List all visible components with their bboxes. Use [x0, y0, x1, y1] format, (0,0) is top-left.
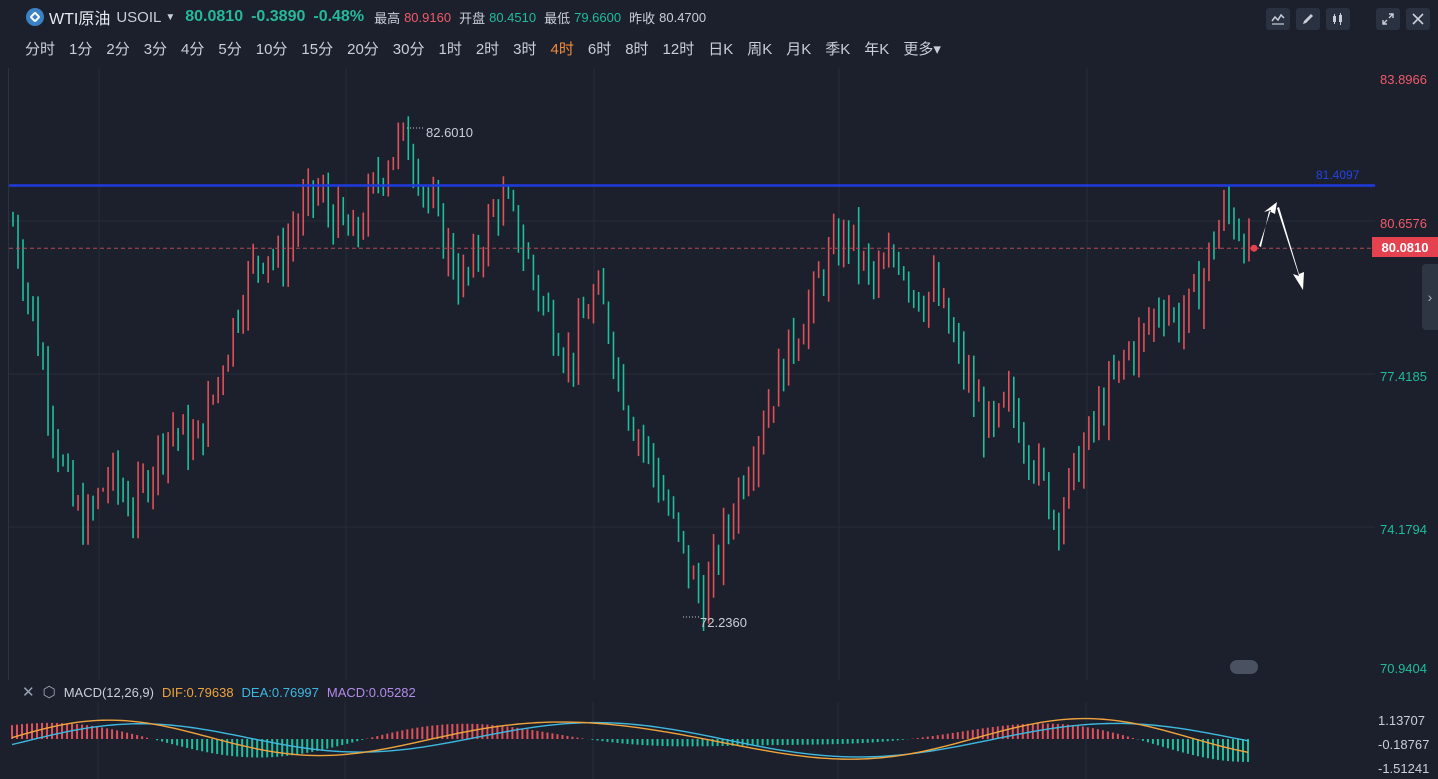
prev-close-label: 昨收 — [629, 10, 656, 26]
tab-timeframe-19[interactable]: 月K — [779, 38, 818, 59]
indicator-icon[interactable] — [1266, 8, 1290, 30]
instrument-logo-icon — [26, 8, 44, 26]
candlestick-plot[interactable] — [9, 68, 1375, 680]
quote-header: WTI原油 USOIL ▼ 80.0810 -0.3890 -0.48% 最高 … — [0, 0, 1438, 34]
close-indicator-icon[interactable]: ✕ — [22, 683, 35, 701]
prev-close-value: 80.4700 — [659, 9, 707, 25]
tab-timeframe-15[interactable]: 8时 — [618, 38, 655, 59]
y-tick: 74.1794 — [1380, 522, 1427, 537]
timeframe-bar: 分时 1分 2分 3分 4分 5分 10分 15分 20分 30分 1时 2时 3时 4时 6时 8时 12时日… — [18, 36, 948, 60]
last-price: 80.0810 — [185, 8, 244, 25]
high-annotation: 82.6010 — [426, 125, 473, 140]
low-value: 79.6600 — [574, 9, 622, 25]
macd-plot — [11, 702, 1249, 779]
tab-timeframe-9[interactable]: 30分 — [386, 38, 432, 59]
macd-dea: DEA:0.76997 — [241, 684, 319, 700]
fullscreen-icon[interactable] — [1376, 8, 1400, 30]
y-tick: 83.8966 — [1380, 72, 1427, 87]
instrument-name[interactable]: WTI原油 — [49, 5, 110, 29]
chart-app: { "header": { "name": "WTI原油", "code": "… — [0, 0, 1438, 779]
low-annotation: 72.2360 — [700, 615, 747, 630]
macd-dif: DIF:0.79638 — [162, 684, 234, 700]
tab-timeframe-17[interactable]: 日K — [701, 38, 740, 59]
close-icon[interactable] — [1406, 8, 1430, 30]
current-price-dot — [1250, 244, 1258, 252]
macd-header: ✕ ⬡ MACD(12,26,9) DIF:0.79638 DEA:0.7699… — [0, 682, 1438, 702]
high-label: 最高 — [374, 10, 401, 26]
macd-panel[interactable] — [8, 702, 1374, 779]
tab-timeframe-21[interactable]: 年K — [857, 38, 896, 59]
settings-icon[interactable]: ⬡ — [43, 683, 56, 701]
expand-panel-button[interactable]: › — [1422, 264, 1438, 330]
chart-scroll-handle[interactable] — [1230, 660, 1258, 674]
price-axis[interactable]: 83.8966 80.6576 77.4185 74.1794 70.9404 — [1374, 68, 1438, 680]
high-value: 80.9160 — [404, 9, 452, 25]
chevron-right-icon: › — [1427, 289, 1433, 305]
tab-timeframe-7[interactable]: 15分 — [294, 38, 340, 59]
tab-timeframe-16[interactable]: 12时 — [656, 38, 702, 59]
y-tick: 80.6576 — [1380, 216, 1427, 231]
tab-timeframe-22[interactable]: 更多▾ — [896, 38, 948, 59]
y-tick: 70.9404 — [1380, 661, 1427, 676]
macd-tick: -1.51241 — [1378, 761, 1430, 776]
price-change: -0.3890 — [251, 8, 306, 25]
tab-timeframe-20[interactable]: 季K — [818, 38, 857, 59]
tab-timeframe-11[interactable]: 2时 — [469, 38, 506, 59]
macd-tick: 1.13707 — [1378, 713, 1425, 728]
tab-timeframe-1[interactable]: 1分 — [62, 38, 99, 59]
tab-timeframe-6[interactable]: 10分 — [249, 38, 295, 59]
macd-tick: -0.18767 — [1378, 737, 1430, 752]
tab-timeframe-13[interactable]: 4时 — [544, 38, 581, 59]
tab-timeframe-8[interactable]: 20分 — [340, 38, 386, 59]
candle-type-icon[interactable] — [1326, 8, 1350, 30]
price-change-pct: -0.48% — [313, 8, 365, 25]
current-price-tag: 80.0810 — [1372, 237, 1438, 257]
toolbar — [1266, 8, 1430, 30]
y-tick: 77.4185 — [1380, 369, 1427, 384]
arrow-up-drawing[interactable] — [1259, 202, 1277, 247]
instrument-code[interactable]: USOIL — [116, 9, 161, 26]
tab-timeframe-12[interactable]: 3时 — [506, 38, 543, 59]
open-label: 开盘 — [459, 10, 486, 26]
tab-timeframe-0[interactable]: 分时 — [18, 38, 62, 59]
chevron-down-icon[interactable]: ▼ — [165, 12, 175, 23]
tab-timeframe-4[interactable]: 4分 — [174, 38, 211, 59]
macd-value: MACD:0.05282 — [326, 684, 416, 700]
candlestick-chart[interactable] — [8, 68, 1375, 680]
low-label: 最低 — [544, 10, 571, 26]
open-value: 80.4510 — [489, 9, 537, 25]
macd-name: MACD(12,26,9) — [63, 684, 154, 700]
tab-timeframe-14[interactable]: 6时 — [581, 38, 618, 59]
level-line-label: 81.4097 — [1316, 168, 1360, 182]
tab-timeframe-10[interactable]: 1时 — [431, 38, 468, 59]
draw-pen-icon[interactable] — [1296, 8, 1320, 30]
tab-timeframe-2[interactable]: 2分 — [99, 38, 136, 59]
tab-timeframe-3[interactable]: 3分 — [137, 38, 174, 59]
tab-timeframe-18[interactable]: 周K — [740, 38, 779, 59]
tab-timeframe-5[interactable]: 5分 — [211, 38, 248, 59]
